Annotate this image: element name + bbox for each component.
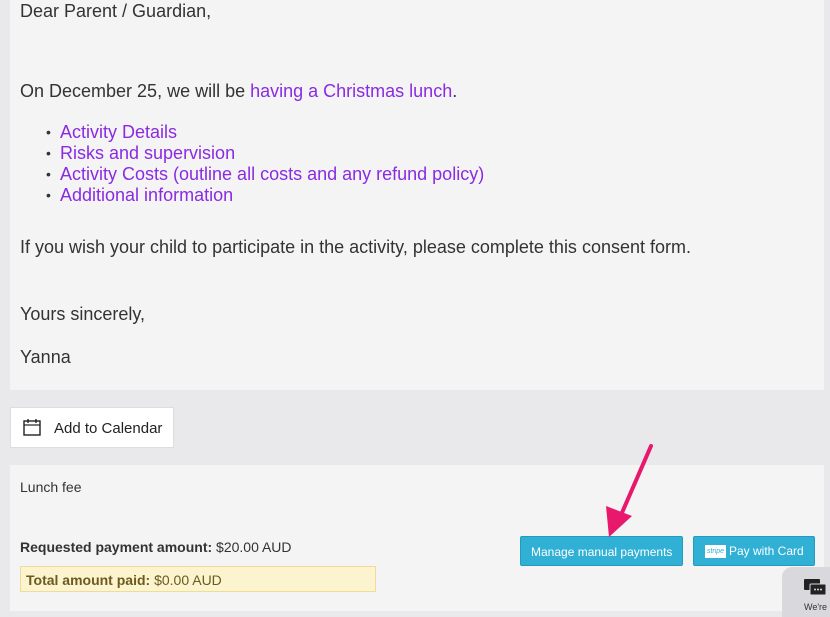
add-to-calendar-label: Add to Calendar [54,420,163,437]
bullet-dot: • [46,166,51,182]
bullet-dot: • [46,124,51,140]
bullet-dot: • [46,187,51,203]
stripe-icon: stripe [705,545,726,558]
requested-amount: Requested payment amount: $20.00 AUD [20,539,292,555]
intro-prefix: On December 25, we will be [20,81,251,101]
intro-link[interactable]: having a Christmas lunch [250,81,452,101]
list-item[interactable]: • Activity Costs (outline all costs and a… [20,164,484,185]
add-to-calendar-button[interactable]: Add to Calendar [10,407,174,448]
paid-label: Total amount paid: [26,572,151,588]
activity-list: • Activity Details • Risks and supervision… [20,122,484,206]
chat-icon [804,579,827,596]
signature: Yanna [20,347,71,367]
calendar-icon [23,419,41,436]
pay-with-card-label: Pay with Card [729,544,804,558]
intro-paragraph: On December 25, we will be having a Chri… [20,80,457,102]
pay-with-card-button[interactable]: stripe Pay with Card [693,536,815,566]
total-paid-box: Total amount paid: $0.00 AUD [20,566,376,592]
bullet-dot: • [46,145,51,161]
intro-suffix: . [452,81,458,101]
manage-manual-payments-button[interactable]: Manage manual payments [520,536,683,566]
payment-panel: Lunch fee Requested payment amount: $20.… [10,465,824,611]
list-item[interactable]: • Activity Details [20,122,484,143]
requested-label: Requested payment amount: [20,539,213,555]
list-item[interactable]: • Risks and supervision [20,143,484,164]
fee-name: Lunch fee [20,479,82,495]
list-item[interactable]: • Additional information [20,185,484,206]
letter-panel: Dear Parent / Guardian, On December 25, … [10,0,824,390]
closing: Yours sincerely, [20,304,146,324]
paid-value: $0.00 AUD [154,572,222,588]
consent-text: If you wish your child to participate in… [20,237,691,257]
requested-value: $20.00 AUD [216,539,292,555]
manual-payments-label: Manage manual payments [531,545,673,559]
chat-widget[interactable]: We're [782,567,830,617]
greeting: Dear Parent / Guardian, [20,1,212,21]
